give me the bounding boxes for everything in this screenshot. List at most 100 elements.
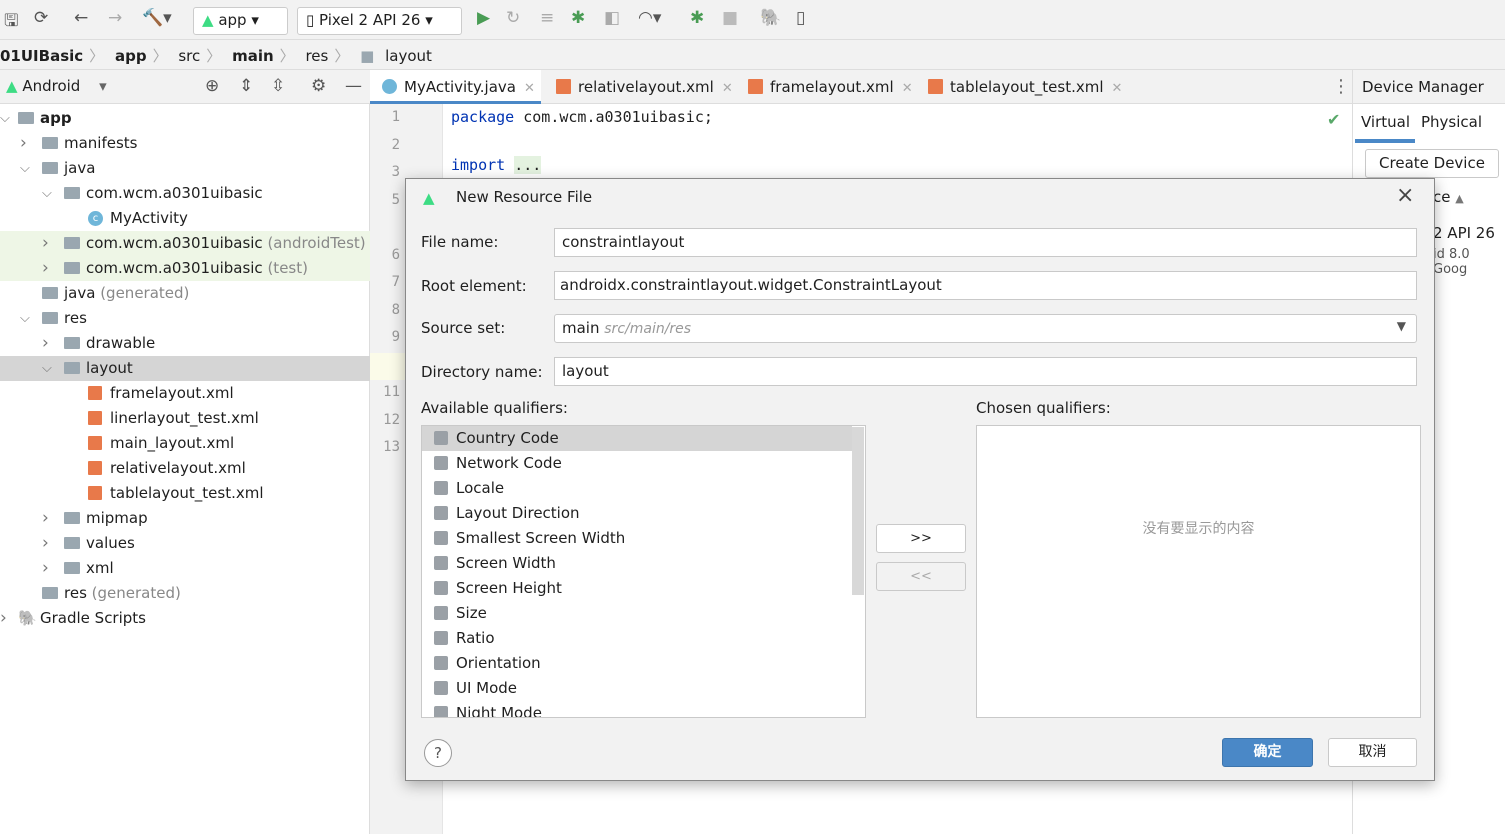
- qualifier-item[interactable]: Size: [422, 601, 852, 626]
- close-icon[interactable]: ×: [1396, 183, 1414, 208]
- tree-item[interactable]: ⌵ res: [0, 306, 370, 331]
- create-device-button[interactable]: Create Device: [1365, 149, 1499, 178]
- tab-tablelayout_test-xml[interactable]: tablelayout_test.xml ✕: [928, 70, 1122, 104]
- chevron-right-icon[interactable]: ›: [42, 531, 49, 556]
- tree-item[interactable]: relativelayout.xml: [0, 456, 370, 481]
- apply-code-icon[interactable]: ≡: [540, 8, 554, 28]
- crumb-project[interactable]: 01UIBasic: [0, 47, 83, 65]
- close-tab-icon[interactable]: ✕: [1112, 81, 1123, 96]
- profile-icon[interactable]: ◠▾: [638, 8, 661, 28]
- chevron-right-icon[interactable]: ›: [42, 506, 49, 531]
- chevron-down-icon[interactable]: ⌵: [20, 156, 30, 181]
- tree-item[interactable]: tablelayout_test.xml: [0, 481, 370, 506]
- crumb-src[interactable]: src: [178, 47, 200, 65]
- source-set-select[interactable]: main src/main/res ▼: [554, 314, 1417, 343]
- qualifier-item[interactable]: Screen Height: [422, 576, 852, 601]
- add-qualifier-button[interactable]: >>: [876, 524, 966, 553]
- device-manager-icon[interactable]: ▯: [796, 8, 805, 28]
- tree-item[interactable]: › mipmap: [0, 506, 370, 531]
- tree-item[interactable]: ⌵ app: [0, 106, 370, 131]
- device-select[interactable]: ▯ Pixel 2 API 26 ▾: [297, 7, 462, 35]
- chosen-qualifiers-list[interactable]: 没有要显示的内容: [976, 425, 1421, 718]
- directory-name-input[interactable]: layout: [554, 357, 1417, 386]
- locate-icon[interactable]: ⊕: [205, 76, 219, 96]
- gear-icon[interactable]: ⚙: [311, 76, 326, 96]
- chevron-down-icon[interactable]: ⌵: [42, 356, 52, 381]
- apply-changes-icon[interactable]: ↻: [506, 8, 520, 28]
- back-icon[interactable]: ←: [74, 8, 88, 28]
- tree-item[interactable]: ⌵ java: [0, 156, 370, 181]
- remove-qualifier-button[interactable]: <<: [876, 562, 966, 591]
- tab-relativelayout-xml[interactable]: relativelayout.xml ✕: [556, 70, 733, 104]
- tree-item[interactable]: ⌵ layout: [0, 356, 370, 381]
- close-tab-icon[interactable]: ✕: [524, 81, 535, 96]
- tree-item[interactable]: › xml: [0, 556, 370, 581]
- run-icon[interactable]: ▶: [477, 8, 490, 28]
- tree-item[interactable]: › manifests: [0, 131, 370, 156]
- code-area[interactable]: package com.wcm.a0301uibasic; import ...: [451, 108, 713, 174]
- file-name-input[interactable]: constraintlayout: [554, 228, 1417, 257]
- chevron-right-icon[interactable]: ›: [20, 131, 27, 156]
- qualifier-item[interactable]: Screen Width: [422, 551, 852, 576]
- attach-debugger-icon[interactable]: ✱: [690, 8, 704, 28]
- column-header[interactable]: ce ▲: [1433, 188, 1464, 206]
- tree-item[interactable]: › drawable: [0, 331, 370, 356]
- qualifier-item[interactable]: Country Code: [422, 426, 852, 451]
- tab-framelayout-xml[interactable]: framelayout.xml ✕: [748, 70, 913, 104]
- chevron-down-icon[interactable]: ⌵: [20, 306, 30, 331]
- expand-all-icon[interactable]: ⇕: [239, 76, 253, 96]
- minimize-icon[interactable]: —: [345, 76, 362, 96]
- close-tab-icon[interactable]: ✕: [722, 81, 733, 96]
- code-fold[interactable]: ...: [514, 156, 542, 174]
- build-icon[interactable]: 🔨▾: [142, 8, 172, 28]
- cancel-button[interactable]: 取消: [1328, 738, 1417, 767]
- tree-item[interactable]: main_layout.xml: [0, 431, 370, 456]
- qualifier-item[interactable]: Smallest Screen Width: [422, 526, 852, 551]
- qualifier-item[interactable]: Night Mode: [422, 701, 852, 717]
- sync-icon[interactable]: ⟳: [34, 8, 48, 28]
- qualifier-item[interactable]: Orientation: [422, 651, 852, 676]
- tree-item[interactable]: › values: [0, 531, 370, 556]
- run-config-select[interactable]: ▲ app ▾: [193, 7, 288, 35]
- more-tabs-icon[interactable]: ⋮: [1332, 76, 1350, 97]
- tree-item[interactable]: ⌵ com.wcm.a0301uibasic: [0, 181, 370, 206]
- ok-button[interactable]: 确定: [1222, 738, 1313, 767]
- tree-item[interactable]: framelayout.xml: [0, 381, 370, 406]
- collapse-all-icon[interactable]: ⇳: [271, 76, 285, 96]
- chevron-right-icon[interactable]: ›: [42, 556, 49, 581]
- tree-item[interactable]: › com.wcm.a0301uibasic (androidTest): [0, 231, 370, 256]
- chevron-down-icon[interactable]: ⌵: [0, 106, 10, 131]
- qualifier-item[interactable]: Layout Direction: [422, 501, 852, 526]
- save-icon[interactable]: 🖫: [4, 8, 18, 37]
- gradle-sync-icon[interactable]: 🐘: [760, 8, 781, 28]
- crumb-res[interactable]: res: [305, 47, 328, 65]
- crumb-app[interactable]: app: [115, 47, 147, 65]
- crumb-layout[interactable]: layout: [385, 47, 432, 65]
- close-tab-icon[interactable]: ✕: [902, 81, 913, 96]
- stop-icon[interactable]: ■: [722, 8, 738, 28]
- tab-physical[interactable]: Physical: [1421, 113, 1482, 131]
- device-name[interactable]: 2 API 26: [1433, 224, 1495, 242]
- qualifier-item[interactable]: Network Code: [422, 451, 852, 476]
- tree-item[interactable]: c MyActivity: [0, 206, 370, 231]
- available-qualifiers-list[interactable]: Country Code Network Code Locale Layout Dir…: [421, 425, 866, 718]
- tree-item[interactable]: › 🐘 Gradle Scripts: [0, 606, 370, 631]
- tree-item[interactable]: res (generated): [0, 581, 370, 606]
- tab-MyActivity-java[interactable]: MyActivity.java ✕: [370, 70, 541, 104]
- qualifier-item[interactable]: Locale: [422, 476, 852, 501]
- chevron-right-icon[interactable]: ›: [0, 606, 7, 631]
- qualifier-item[interactable]: Ratio: [422, 626, 852, 651]
- chevron-right-icon[interactable]: ›: [42, 256, 49, 281]
- attach-icon[interactable]: ◧: [604, 8, 620, 28]
- tree-item[interactable]: java (generated): [0, 281, 370, 306]
- project-view-select[interactable]: ▲ Android ▾: [6, 77, 107, 95]
- forward-icon[interactable]: →: [108, 8, 122, 28]
- debug-icon[interactable]: ✱: [571, 8, 585, 28]
- chevron-right-icon[interactable]: ›: [42, 331, 49, 356]
- root-element-input[interactable]: androidx.constraintlayout.widget.Constra…: [554, 271, 1417, 300]
- tree-item[interactable]: linerlayout_test.xml: [0, 406, 370, 431]
- chevron-down-icon[interactable]: ⌵: [42, 181, 52, 206]
- tree-item[interactable]: › com.wcm.a0301uibasic (test): [0, 256, 370, 281]
- scrollbar[interactable]: [852, 427, 864, 595]
- crumb-main[interactable]: main: [232, 47, 274, 65]
